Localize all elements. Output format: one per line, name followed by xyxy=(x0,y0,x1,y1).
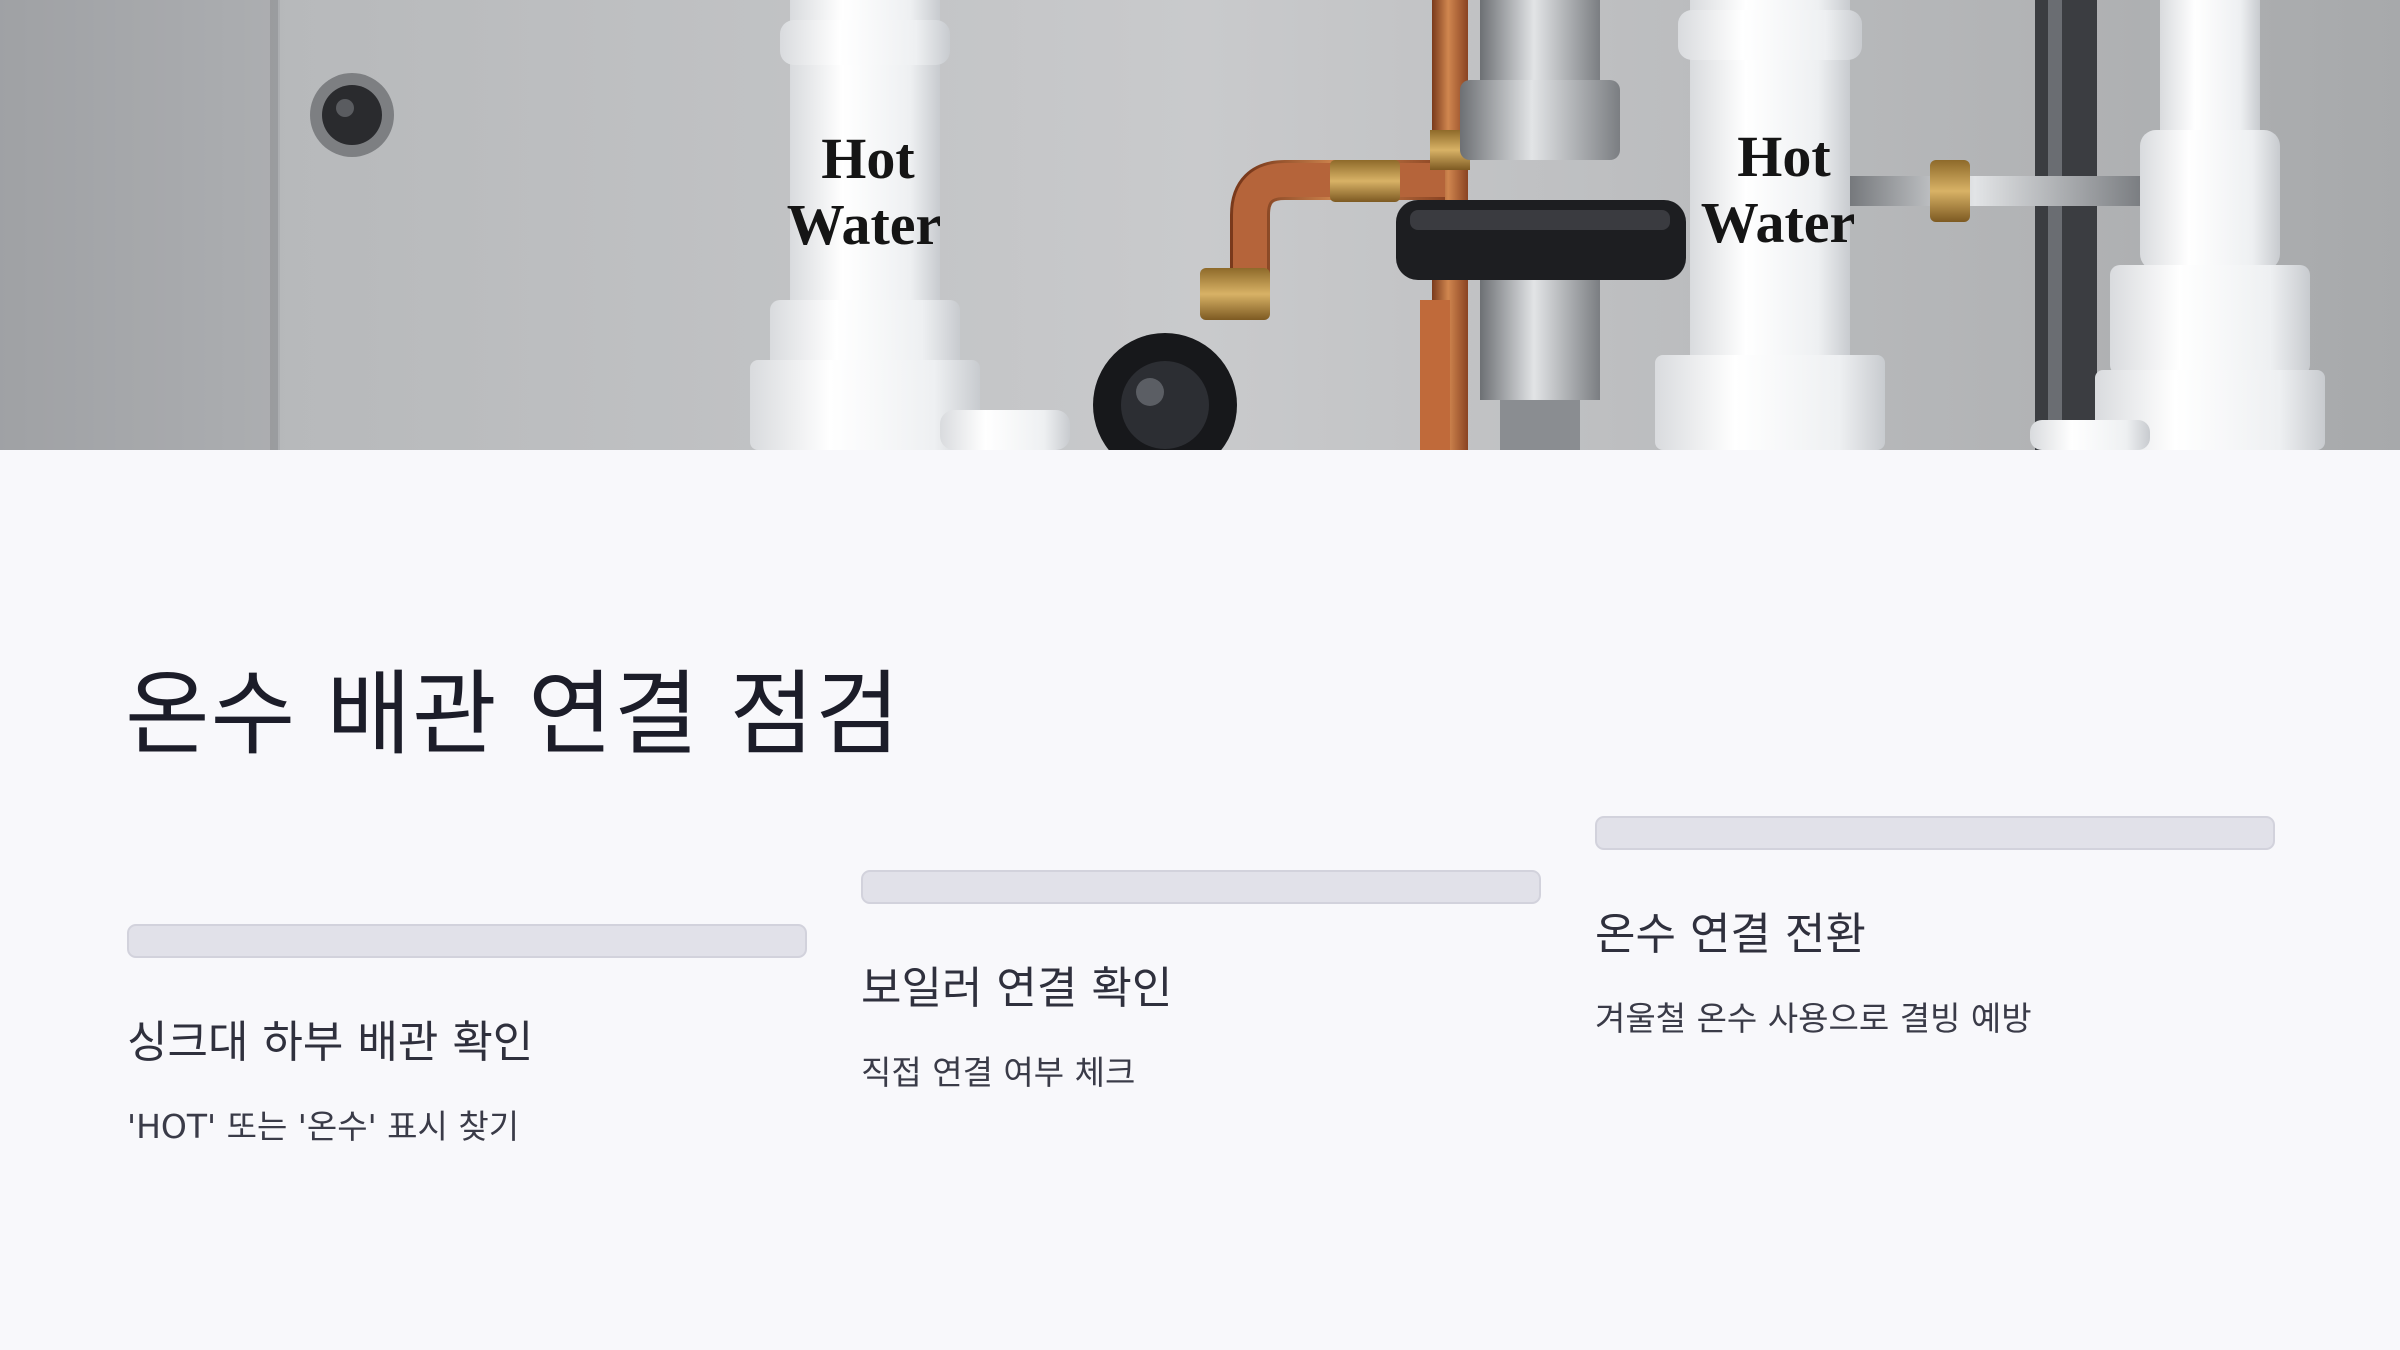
slide-title: 온수 배관 연결 점검 xyxy=(125,661,901,768)
step-description-2: 직접 연결 여부 체크 xyxy=(861,1053,1136,1092)
right-pipe-label-line1: Hot xyxy=(1737,124,1831,189)
step-title-2: 보일러 연결 확인 xyxy=(861,963,1173,1014)
slide: Hot Water Hot Water 온수 배관 연결 점검 싱크대 하부 배… xyxy=(0,0,2400,1350)
step-card-2: 보일러 연결 확인 직접 연결 여부 체크 xyxy=(861,870,1541,1094)
step-bar-1 xyxy=(127,924,807,958)
step-card-1: 싱크대 하부 배관 확인 'HOT' 또는 '온수' 표시 찾기 xyxy=(127,924,807,1148)
step-card-3: 온수 연결 전환 겨울철 온수 사용으로 결빙 예방 xyxy=(1595,816,2275,1040)
left-pipe-label-line2: Water xyxy=(787,192,942,257)
step-description-1: 'HOT' 또는 '온수' 표시 찾기 xyxy=(127,1107,520,1146)
step-title-3: 온수 연결 전환 xyxy=(1595,909,1866,960)
hero-image-hot-water-pipes: Hot Water Hot Water xyxy=(0,0,2400,450)
right-pipe-label-line2: Water xyxy=(1701,190,1856,255)
left-pipe-label-line1: Hot xyxy=(821,126,915,191)
step-title-1: 싱크대 하부 배관 확인 xyxy=(127,1017,534,1068)
step-bar-2 xyxy=(861,870,1541,904)
step-bar-3 xyxy=(1595,816,2275,850)
step-description-3: 겨울철 온수 사용으로 결빙 예방 xyxy=(1595,999,2032,1038)
